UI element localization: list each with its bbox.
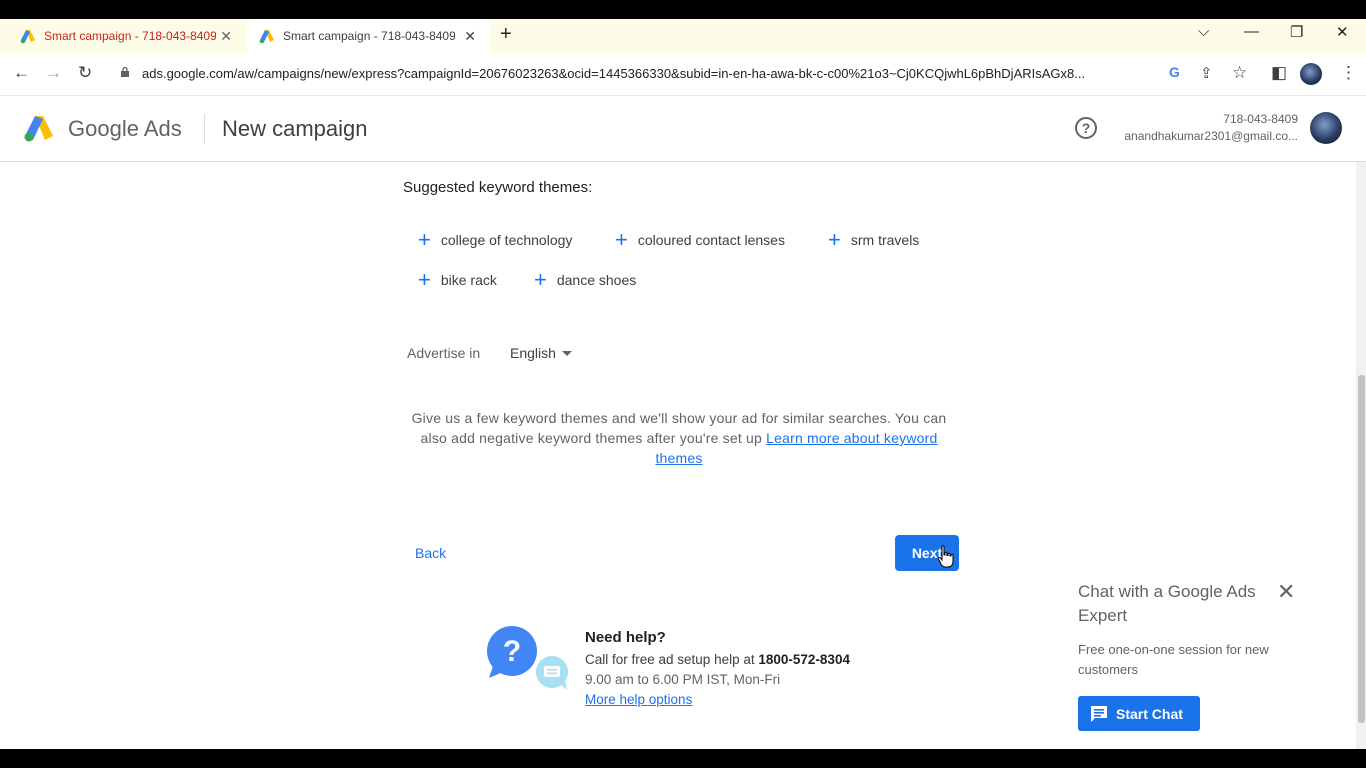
need-help-title: Need help? xyxy=(585,629,666,646)
chat-bubble-icon xyxy=(1091,705,1107,722)
url-field[interactable]: ads.google.com/aw/campaigns/new/express?… xyxy=(142,66,1152,81)
svg-text:?: ? xyxy=(503,635,521,668)
language-value: English xyxy=(510,345,556,361)
keyword-theme-chip[interactable]: + dance shoes xyxy=(534,268,636,292)
star-icon[interactable]: ☆ xyxy=(1232,63,1247,83)
back-button[interactable]: Back xyxy=(415,545,446,561)
dropdown-caret-icon xyxy=(561,350,572,356)
lock-icon xyxy=(121,67,129,77)
keyword-themes-description: Give us a few keyword themes and we'll s… xyxy=(406,408,952,468)
share-icon[interactable]: ⇪ xyxy=(1200,64,1213,82)
keyword-theme-chip[interactable]: + srm travels xyxy=(828,228,919,252)
browser-tab-1[interactable]: Smart campaign - 718-043-8409 ✕ xyxy=(0,19,246,53)
header-divider xyxy=(204,114,205,144)
ads-header: Google Ads New campaign ? 718-043-8409 a… xyxy=(0,96,1366,162)
keyword-theme-chip[interactable]: + coloured contact lenses xyxy=(615,228,785,252)
keyword-theme-label: coloured contact lenses xyxy=(637,232,785,248)
chat-close-icon[interactable]: ✕ xyxy=(1277,580,1295,604)
keyword-theme-label: dance shoes xyxy=(556,272,637,288)
call-help-text: Call for free ad setup help at 1800-572-… xyxy=(585,652,850,667)
section-title: Suggested keyword themes: xyxy=(403,179,593,196)
brand-name: Google Ads xyxy=(68,116,182,142)
tab-close-icon[interactable]: ✕ xyxy=(220,28,232,45)
call-prefix: Call for free ad setup help at xyxy=(585,652,755,667)
minimize-icon[interactable]: — xyxy=(1244,23,1259,40)
tab-strip: Smart campaign - 718-043-8409 ✕ Smart ca… xyxy=(0,19,1366,53)
google-ads-favicon-icon xyxy=(259,30,274,44)
plus-icon: + xyxy=(418,227,431,252)
forward-arrow-icon[interactable]: → xyxy=(45,63,62,83)
tab-search-icon[interactable]: ⌵ xyxy=(1198,23,1209,40)
more-help-options-link[interactable]: More help options xyxy=(585,692,692,707)
account-avatar[interactable] xyxy=(1310,112,1342,144)
bottom-letterbox xyxy=(0,749,1366,768)
brand-ads: Ads xyxy=(143,116,182,141)
reload-icon[interactable]: ↻ xyxy=(78,63,92,83)
google-g-icon[interactable]: G xyxy=(1169,64,1180,80)
start-chat-button[interactable]: Start Chat xyxy=(1078,696,1200,731)
profile-avatar[interactable] xyxy=(1300,63,1322,85)
account-id: 718-043-8409 xyxy=(1223,112,1298,126)
help-phone-number: 1800-572-8304 xyxy=(758,652,850,667)
scrollbar-thumb[interactable] xyxy=(1358,375,1365,723)
start-chat-label: Start Chat xyxy=(1116,705,1183,722)
back-arrow-icon[interactable]: ← xyxy=(13,63,30,83)
tab-title: Smart campaign - 718-043-8409 xyxy=(44,29,216,43)
keyword-theme-label: college of technology xyxy=(440,232,573,248)
page-title: New campaign xyxy=(222,116,368,141)
top-letterbox xyxy=(0,0,1366,19)
google-ads-logo-icon[interactable] xyxy=(24,114,54,142)
plus-icon: + xyxy=(418,267,431,292)
keyword-theme-chip[interactable]: + bike rack xyxy=(418,268,497,292)
restore-icon[interactable]: ❐ xyxy=(1290,23,1303,41)
language-select[interactable]: English xyxy=(510,345,572,361)
plus-icon: + xyxy=(615,227,628,252)
tab-close-icon[interactable]: ✕ xyxy=(464,28,476,45)
side-panel-icon[interactable]: ◧ xyxy=(1271,63,1287,83)
brand-google: Google xyxy=(68,116,139,141)
main-content: Suggested keyword themes: + college of t… xyxy=(0,162,1356,749)
keyword-theme-label: bike rack xyxy=(440,272,497,288)
google-ads-favicon-icon xyxy=(20,30,35,44)
help-icon[interactable]: ? xyxy=(1075,117,1097,139)
chat-panel-description: Free one-on-one session for new customer… xyxy=(1078,642,1269,677)
chat-panel-title: Chat with a Google Ads Expert xyxy=(1078,582,1256,625)
window-close-icon[interactable]: ✕ xyxy=(1336,23,1349,41)
account-email: anandhakumar2301@gmail.co... xyxy=(1124,129,1298,143)
help-hours: 9.00 am to 6.00 PM IST, Mon-Fri xyxy=(585,672,781,687)
tab-title: Smart campaign - 718-043-8409 xyxy=(283,29,455,43)
keyword-theme-chip[interactable]: + college of technology xyxy=(418,228,572,252)
hand-cursor-icon xyxy=(937,545,954,568)
new-tab-button[interactable]: + xyxy=(500,23,512,46)
plus-icon: + xyxy=(534,267,547,292)
help-question-illustration-icon: ? xyxy=(487,626,568,690)
plus-icon: + xyxy=(828,227,841,252)
keyword-theme-label: srm travels xyxy=(850,232,920,248)
advertise-in-label: Advertise in xyxy=(407,345,481,361)
address-bar-row: ← → ↻ ads.google.com/aw/campaigns/new/ex… xyxy=(0,53,1366,96)
browser-tab-2[interactable]: Smart campaign - 718-043-8409 ✕ xyxy=(247,19,490,53)
more-menu-icon[interactable]: ⋮ xyxy=(1340,63,1357,83)
